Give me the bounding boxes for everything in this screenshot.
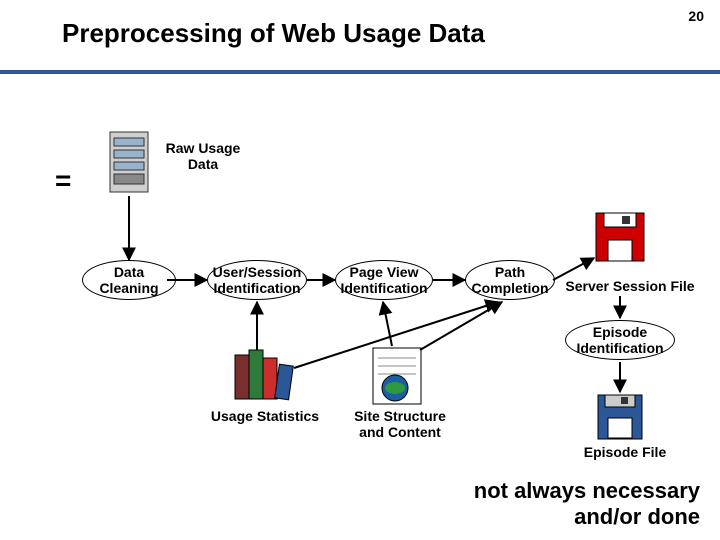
step-path-completion: Path Completion	[465, 260, 555, 300]
step-user-session-label: User/Session Identification	[213, 264, 302, 296]
step-user-session: User/Session Identification	[207, 260, 307, 300]
step-page-view: Page View Identification	[335, 260, 433, 300]
footnote: not always necessary and/or done	[450, 478, 700, 530]
step-episode-identification: Episode Identification	[565, 320, 675, 360]
step-episode-identification-label: Episode Identification	[576, 324, 663, 356]
step-data-cleaning: Data Cleaning	[82, 260, 176, 300]
arrow-pathcompletion-to-file	[553, 258, 594, 280]
label-site-structure: Site Structure and Content	[340, 408, 460, 440]
server-icon	[110, 132, 148, 192]
label-usage-statistics: Usage Statistics	[200, 408, 330, 424]
label-server-session-file: Server Session File	[560, 278, 700, 294]
label-episode-file: Episode File	[575, 444, 675, 460]
floppy-disk-red-icon	[596, 213, 644, 261]
footnote-line2: and/or done	[450, 504, 700, 530]
step-path-completion-label: Path Completion	[472, 264, 549, 296]
step-data-cleaning-label: Data Cleaning	[99, 264, 158, 296]
slide: Preprocessing of Web Usage Data 20 =	[0, 0, 720, 540]
floppy-disk-blue-icon	[598, 395, 642, 439]
books-icon	[235, 350, 293, 400]
arrow-sitestructure-to-pathcompletion	[420, 302, 502, 350]
step-page-view-label: Page View Identification	[340, 264, 427, 296]
label-raw-usage-data: Raw Usage Data	[158, 140, 248, 172]
footnote-line1: not always necessary	[474, 478, 700, 503]
document-globe-icon	[373, 348, 421, 404]
